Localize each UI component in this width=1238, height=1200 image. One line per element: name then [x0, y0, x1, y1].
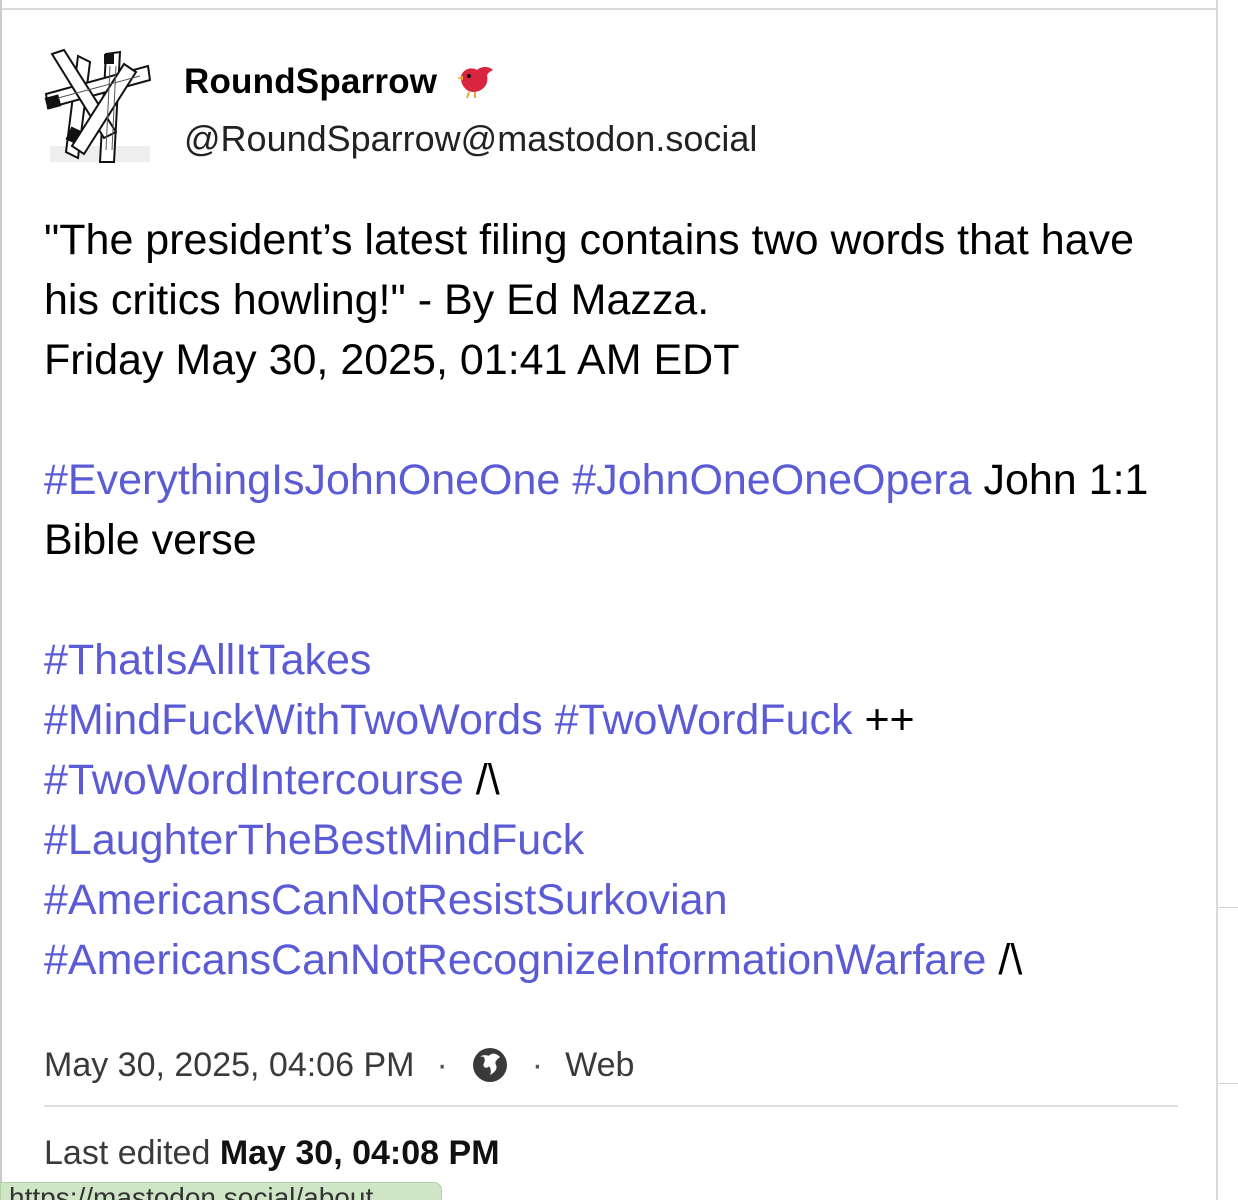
edited-label: Last edited: [44, 1134, 211, 1172]
hashtag-link[interactable]: #ThatIsAllItTakes: [44, 636, 371, 684]
status-bar-url: https://mastodon.social/about: [0, 1182, 442, 1200]
hashtag-link[interactable]: #EverythingIsJohnOneOne: [44, 456, 560, 504]
post-detail: RoundSparrow @RoundSparrow@mastodon.soci…: [44, 10, 1194, 1200]
content-paragraph: #ThatIsAllItTakes #MindFuckWithTwoWords …: [44, 630, 1184, 990]
globe-icon: [472, 1048, 507, 1082]
frame-left-border: [0, 0, 2, 1200]
application-name: Web: [565, 1045, 635, 1084]
edit-history[interactable]: Last edited May 30, 04:08 PM: [44, 1134, 500, 1173]
hashtag-link[interactable]: #AmericansCanNotRecognizeInformationWarf…: [44, 936, 986, 984]
hashtag-link[interactable]: #JohnOneOneOpera: [572, 456, 971, 504]
avatar[interactable]: [44, 46, 154, 166]
edited-timestamp: May 30, 04:08 PM: [219, 1134, 500, 1172]
post-header: RoundSparrow @RoundSparrow@mastodon.soci…: [44, 46, 944, 176]
display-name-text: RoundSparrow: [184, 62, 438, 101]
post-timestamp[interactable]: May 30, 2025, 04:06 PM: [44, 1046, 414, 1085]
hashtag-link[interactable]: #AmericansCanNotResistSurkovian: [44, 876, 728, 924]
hashtag-link[interactable]: #TwoWordFuck: [555, 696, 853, 744]
content-text: "The president’s latest filing contains …: [44, 216, 1135, 324]
sticks-avatar-icon: [44, 48, 152, 163]
display-name[interactable]: RoundSparrow: [184, 62, 495, 102]
red-bird-icon: [457, 67, 494, 99]
post-content: "The president’s latest filing contains …: [44, 210, 1184, 990]
content-paragraph: "The president’s latest filing contains …: [44, 210, 1184, 390]
content-text: ++: [852, 696, 915, 744]
hashtag-link[interactable]: #MindFuckWithTwoWords: [44, 696, 543, 744]
content-text: /\: [463, 756, 500, 804]
post-meta: May 30, 2025, 04:06 PM · · Web: [44, 1040, 634, 1090]
content-text: Friday May 30, 2025, 01:41 AM EDT: [44, 336, 740, 384]
content-paragraph: #EverythingIsJohnOneOne #JohnOneOneOpera…: [44, 450, 1184, 570]
separator: ·: [531, 1045, 544, 1084]
frame-right-border: [1216, 0, 1218, 1200]
content-text: /\: [986, 936, 1023, 984]
side-divider: [1218, 907, 1238, 908]
side-divider: [1218, 1083, 1238, 1084]
hashtag-link[interactable]: #TwoWordIntercourse: [44, 756, 464, 804]
divider: [44, 1105, 1178, 1107]
account-handle[interactable]: @RoundSparrow@mastodon.social: [184, 118, 757, 160]
separator: ·: [436, 1045, 448, 1084]
hashtag-link[interactable]: #LaughterTheBestMindFuck: [44, 816, 584, 864]
